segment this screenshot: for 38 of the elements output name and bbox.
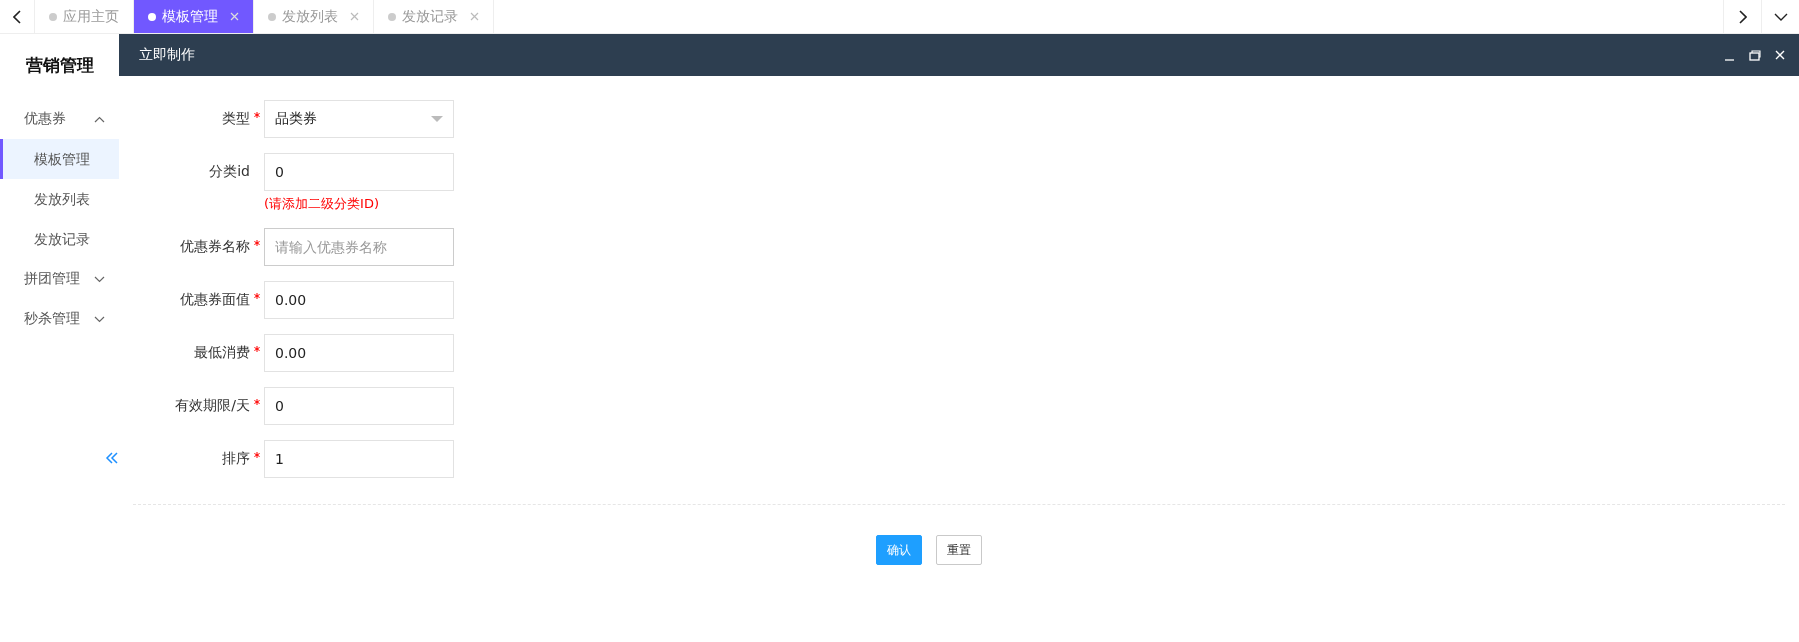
chevron-icon (94, 275, 105, 283)
input-field[interactable]: 0.00 (264, 281, 454, 319)
hint-text: (请添加二级分类ID) (264, 195, 380, 213)
menu-group[interactable]: 优惠券 (0, 99, 119, 139)
collapse-icon[interactable] (105, 451, 119, 465)
input-field[interactable]: 0 (264, 387, 454, 425)
restore-icon[interactable] (1749, 49, 1761, 61)
input-field[interactable]: 1 (264, 440, 454, 478)
dot-icon (268, 12, 276, 21)
chevron-right-icon (1738, 9, 1747, 24)
dot-icon (148, 12, 156, 21)
dropdown-arrow-icon (431, 116, 443, 122)
select-field[interactable]: 品类券 (264, 100, 454, 138)
menu-item[interactable]: 模板管理 (0, 139, 119, 179)
field-label: 分类id (209, 163, 250, 181)
menu-item[interactable]: 发放记录 (0, 219, 119, 259)
chevron-down-icon (1773, 12, 1788, 21)
field-label: 有效期限/天 (175, 397, 250, 415)
reset-button[interactable]: 重置 (936, 535, 982, 565)
field-label: 优惠券名称 (180, 238, 250, 256)
menu-item[interactable]: 发放列表 (0, 179, 119, 219)
chevron-icon (94, 315, 105, 323)
dialog-title: 立即制作 (139, 46, 195, 64)
sidebar-title: 营销管理 (24, 54, 95, 77)
field-label: 排序 (222, 450, 250, 468)
chevron-icon (94, 115, 105, 123)
dot-icon (388, 12, 396, 21)
input-field[interactable]: 0 (264, 153, 454, 191)
field-label: 优惠券面值 (180, 291, 250, 309)
dot-icon (49, 12, 57, 21)
input-field[interactable]: 请输入优惠券名称 (264, 228, 454, 266)
tab[interactable]: 模板管理 (134, 0, 254, 33)
field-label: 类型 (222, 110, 250, 128)
field-label: 最低消费 (194, 344, 250, 362)
menu-group[interactable]: 秒杀管理 (0, 299, 119, 339)
chevron-left-icon (13, 9, 21, 24)
input-field[interactable]: 0.00 (264, 334, 454, 372)
menu-group[interactable]: 拼团管理 (0, 259, 119, 299)
